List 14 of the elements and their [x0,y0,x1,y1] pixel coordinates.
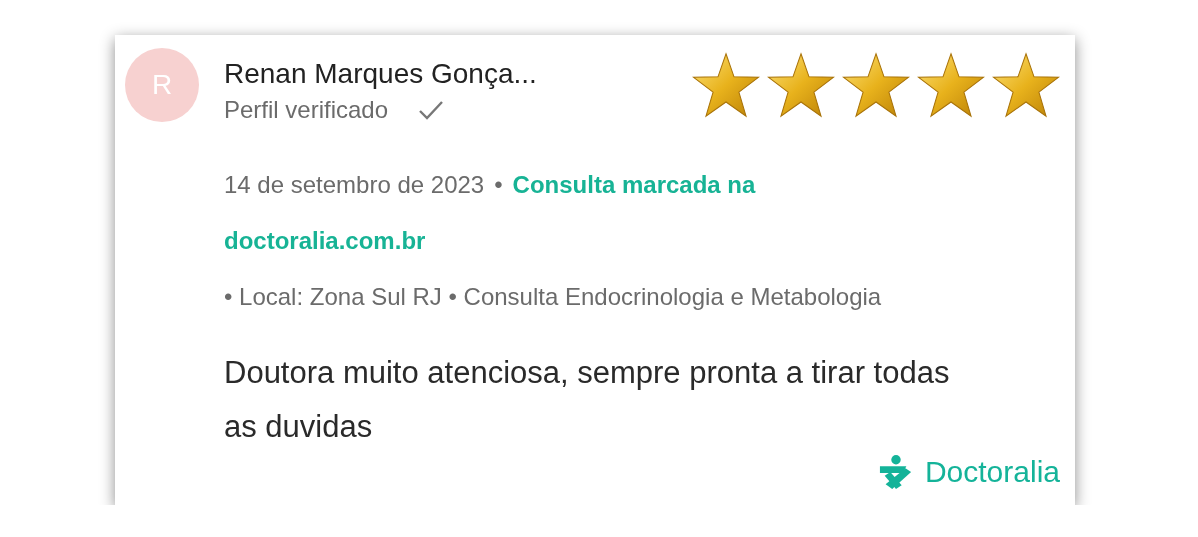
review-text: Doutora muito atenciosa, sempre pronta a tirar todas as duvidas [224,354,951,446]
review-date: 14 de setembro de 2023 [224,171,485,198]
booking-link[interactable]: doctoralia.com.br [224,227,426,254]
review-details: • Local: Zona Sul RJ • Consulta Endocrinologia e Metabologia [224,283,882,310]
verified-label: Perfil verificado [224,96,389,124]
brand-name: Doctoralia [924,455,1060,489]
reviewer-name: Renan Marques Gonça... [224,57,537,91]
separator-dot: • [494,171,503,198]
star-icon [767,52,835,118]
booking-link[interactable]: Consulta marcada na [512,171,756,198]
star-icon [692,52,760,118]
star-icon [992,52,1060,118]
star-icon [917,52,985,118]
star-icon [842,52,910,118]
